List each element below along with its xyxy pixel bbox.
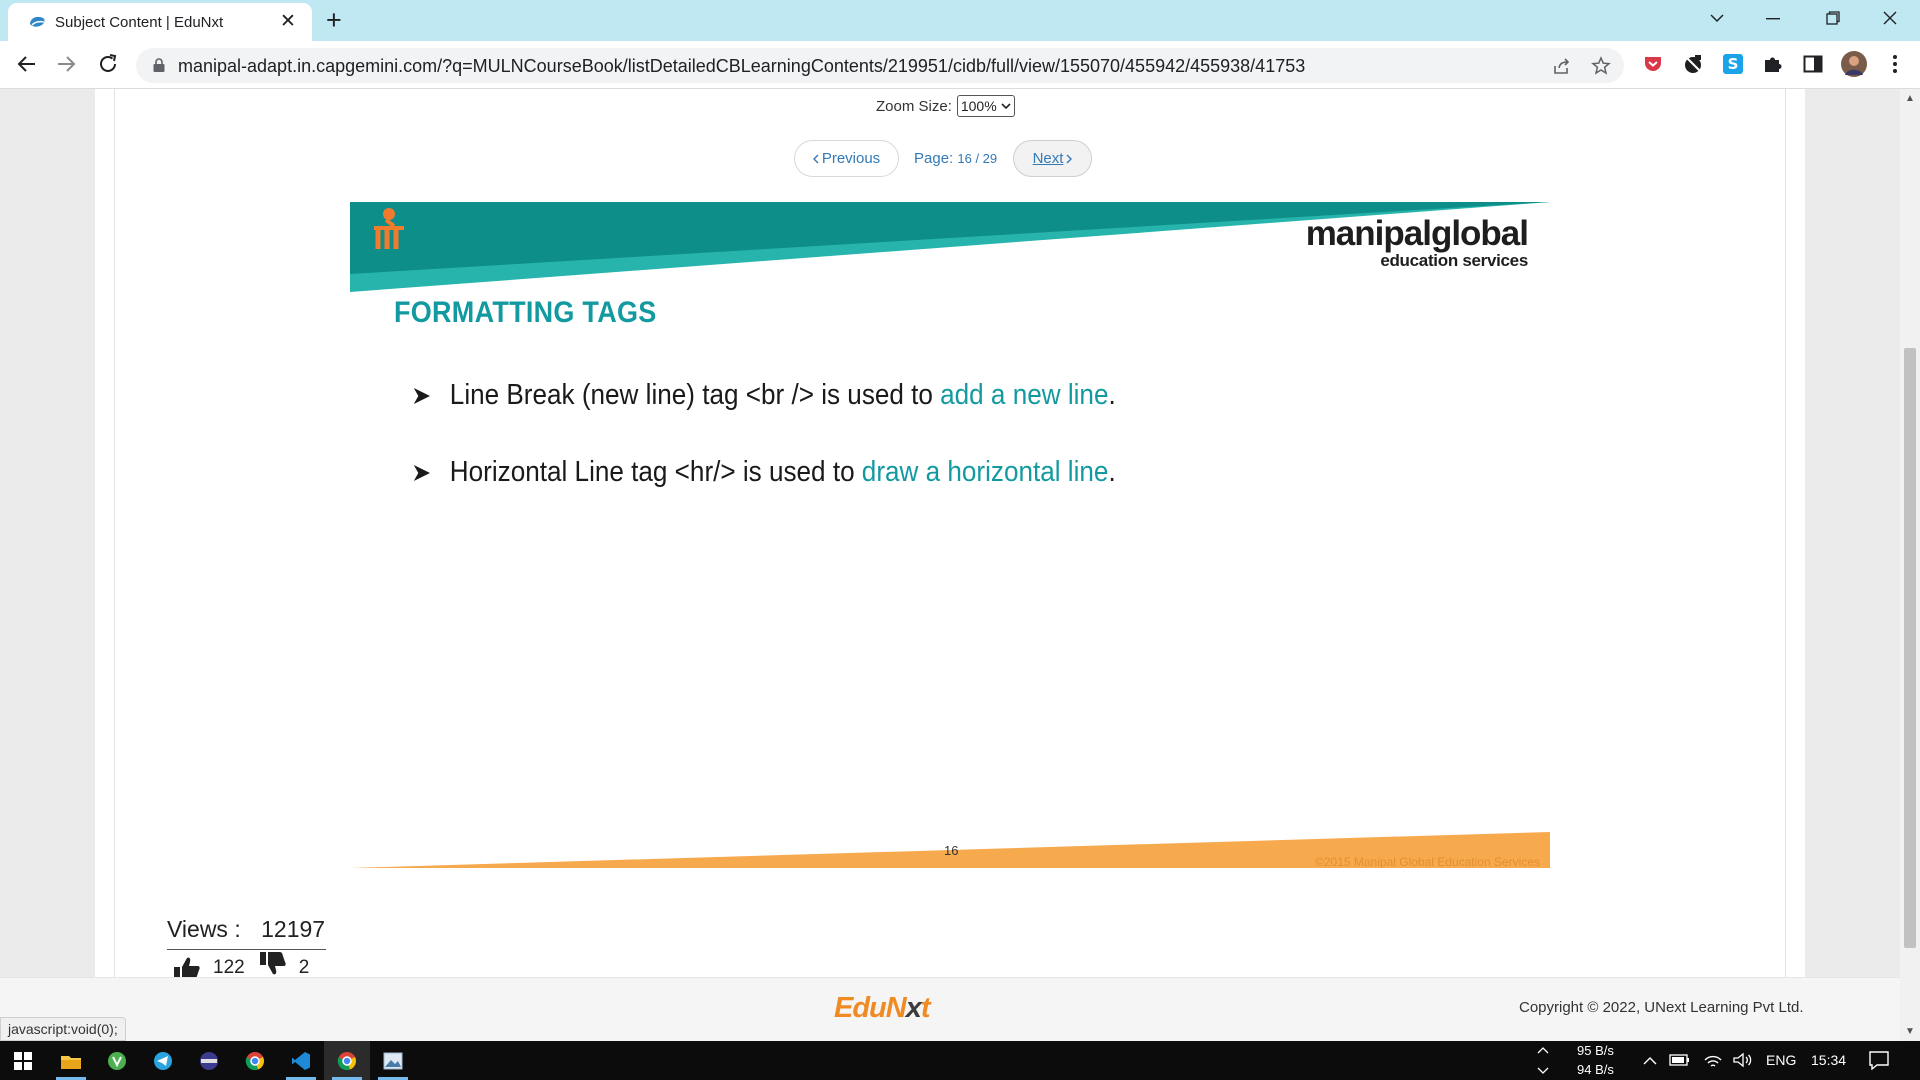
sidepanel-icon[interactable] <box>1801 52 1825 76</box>
s-extension-icon[interactable]: S <box>1721 52 1745 76</box>
status-url: javascript:void(0); <box>0 1017 126 1041</box>
chevron-down-icon[interactable] <box>1709 12 1725 24</box>
restore-icon[interactable] <box>1826 11 1840 25</box>
page-current: 16 / 29 <box>957 151 998 166</box>
chevron-up-icon[interactable] <box>1537 1046 1549 1054</box>
brand-main: manipalglobal <box>1305 214 1529 253</box>
page-viewport: Zoom Size: 100% Previous Page: 16 / 29 N… <box>0 89 1920 1041</box>
extension-icon[interactable] <box>1681 52 1705 76</box>
scroll-down-icon[interactable]: ▼ <box>1905 1026 1915 1037</box>
views-count: 12197 <box>261 916 326 942</box>
chevron-down-icon <box>1001 102 1011 109</box>
arrow-bullet-icon <box>413 464 430 481</box>
page-scrollbar[interactable]: ▲ ▼ <box>1900 89 1920 1041</box>
footer-copyright: Copyright © 2022, UNext Learning Pvt Ltd… <box>1519 999 1804 1016</box>
page-indicator: Page: 16 / 29 <box>914 150 997 167</box>
bullet-end: . <box>1108 456 1116 488</box>
vscode-icon[interactable] <box>278 1041 324 1080</box>
clock[interactable]: 15:34 <box>1811 1052 1846 1068</box>
puzzle-icon[interactable] <box>1761 52 1785 76</box>
chrome-icon[interactable] <box>232 1041 278 1080</box>
slide-title: FORMATTING TAGS <box>394 296 657 329</box>
slide-copyright: ©2015 Manipal Global Education Services <box>1315 855 1540 868</box>
photos-icon[interactable] <box>370 1041 416 1080</box>
more-icon[interactable] <box>1883 52 1907 76</box>
zoom-control: Zoom Size: 100% <box>876 95 1015 117</box>
tab-strip: Subject Content | EduNxt ✕ + <box>0 0 1920 41</box>
pocket-icon[interactable] <box>1641 52 1665 76</box>
show-hidden-icons-icon[interactable] <box>1643 1056 1657 1065</box>
next-button[interactable]: Next <box>1013 140 1092 177</box>
browser-tab[interactable]: Subject Content | EduNxt ✕ <box>8 3 312 41</box>
battery-icon[interactable] <box>1669 1053 1691 1067</box>
bullet-item: Horizontal Line tag <hr/> is used to dra… <box>412 456 1116 489</box>
forward-icon[interactable] <box>54 52 78 76</box>
volume-icon[interactable] <box>1732 1052 1752 1068</box>
wifi-icon[interactable] <box>1703 1052 1723 1068</box>
close-window-icon[interactable] <box>1883 11 1897 25</box>
close-tab-icon[interactable]: ✕ <box>280 12 296 31</box>
chrome-active-icon[interactable] <box>324 1041 370 1080</box>
chevron-left-icon <box>812 154 819 163</box>
bullet-text: Horizontal Line tag <hr/> is used to <box>449 456 855 488</box>
logo-t: t <box>920 992 931 1024</box>
zoom-select[interactable]: 100% <box>956 95 1015 117</box>
chevron-right-icon <box>1066 154 1073 163</box>
url-text: manipal-adapt.in.capgemini.com/?q=MULNCo… <box>178 56 1306 76</box>
previous-button[interactable]: Previous <box>794 140 899 177</box>
chevron-down-icon[interactable] <box>1537 1067 1549 1075</box>
zoom-label: Zoom Size: <box>876 97 952 115</box>
svg-text:S: S <box>1728 55 1739 73</box>
logo-edu: EduN <box>834 992 907 1024</box>
views-label: Views : <box>167 916 241 942</box>
thumbs-down-icon[interactable] <box>259 951 287 977</box>
lock-icon[interactable] <box>152 57 166 73</box>
logo-x: x <box>905 992 922 1024</box>
bullet-text: Line Break (new line) tag <br /> is used… <box>449 379 933 411</box>
green-app-icon[interactable] <box>94 1041 140 1080</box>
bullet-end: . <box>1108 379 1116 411</box>
zoom-value: 100% <box>960 98 997 114</box>
site-footer: EduNxt Copyright © 2022, UNext Learning … <box>0 977 1900 1041</box>
brand-sub: education services <box>1380 251 1528 270</box>
new-tab-icon[interactable]: + <box>326 6 342 34</box>
brand-logo: manipalglobal education services <box>1305 214 1529 270</box>
language-indicator[interactable]: ENG <box>1766 1052 1796 1068</box>
page-background-right <box>1805 89 1900 977</box>
bullet-highlight: add a new line <box>940 379 1109 411</box>
edunxt-logo[interactable]: EduNxt <box>834 992 930 1025</box>
dislikes-count: 2 <box>298 957 310 978</box>
share-icon[interactable] <box>1552 56 1572 76</box>
net-upload: 95 B/s <box>1577 1043 1614 1058</box>
arrow-bullet-icon <box>413 387 430 404</box>
back-icon[interactable] <box>15 52 39 76</box>
page-label: Page: <box>914 150 954 167</box>
scroll-thumb[interactable] <box>1904 348 1916 948</box>
edunxt-favicon <box>30 16 45 27</box>
slide-page-number: 16 <box>944 843 959 858</box>
minimize-icon[interactable] <box>1766 18 1780 20</box>
reload-icon[interactable] <box>96 52 120 76</box>
bullet-item: Line Break (new line) tag <br /> is used… <box>412 379 1116 412</box>
file-explorer-icon[interactable] <box>48 1041 94 1080</box>
likes-count: 122 <box>213 957 245 978</box>
slide-image: manipalglobal education services FORMATT… <box>350 202 1550 868</box>
telegram-icon[interactable] <box>140 1041 186 1080</box>
previous-label: Previous <box>821 150 881 167</box>
star-icon[interactable] <box>1591 56 1611 76</box>
page-background-left <box>0 89 95 977</box>
notifications-icon[interactable] <box>1868 1050 1890 1070</box>
address-bar[interactable]: manipal-adapt.in.capgemini.com/?q=MULNCo… <box>136 48 1624 83</box>
scroll-up-icon[interactable]: ▲ <box>1905 93 1915 104</box>
windows-taskbar: 95 B/s 94 B/s ENG 15:34 <box>0 1041 1920 1080</box>
bullet-highlight: draw a horizontal line <box>861 456 1109 488</box>
app-icon[interactable] <box>186 1041 232 1080</box>
browser-toolbar: manipal-adapt.in.capgemini.com/?q=MULNCo… <box>0 41 1920 89</box>
next-label: Next <box>1032 150 1064 167</box>
windows-start-icon[interactable] <box>0 1041 46 1080</box>
views-counter: Views : 12197 <box>167 916 326 950</box>
tab-title: Subject Content | EduNxt <box>55 14 224 31</box>
avatar[interactable] <box>1840 50 1868 78</box>
net-download: 94 B/s <box>1577 1062 1614 1077</box>
